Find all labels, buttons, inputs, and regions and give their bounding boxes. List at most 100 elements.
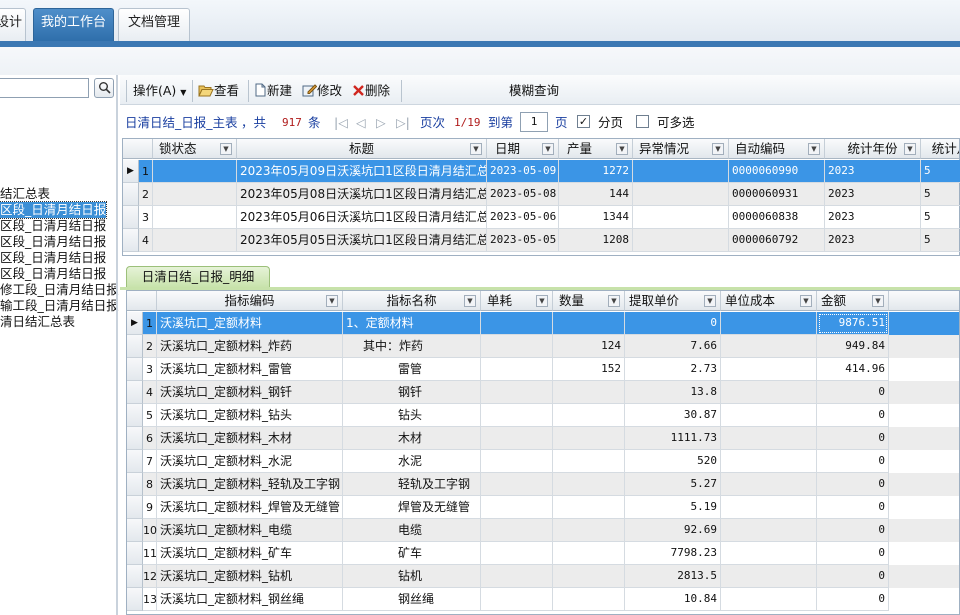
cell-qty[interactable] [553, 542, 625, 565]
cell-name[interactable]: 轻轨及工字钢 [343, 473, 481, 496]
cell-code[interactable]: 沃溪坑口_定额材料_雷管 [157, 358, 343, 381]
tree-item[interactable]: 结汇总表 [0, 186, 50, 202]
col-header-output[interactable]: 产量 ▼ [559, 139, 633, 159]
cell-abn[interactable] [633, 229, 729, 252]
chevron-down-icon[interactable]: ▼ [616, 143, 628, 155]
tree-item[interactable]: 清日结汇总表 [0, 314, 75, 330]
cell-price[interactable]: 10.84 [625, 588, 721, 611]
tree-item[interactable]: 区段_日清月结日报 [0, 218, 106, 234]
cell-unit[interactable] [481, 427, 553, 450]
chevron-down-icon[interactable]: ▼ [704, 295, 716, 307]
col-header-date[interactable]: 日期 ▼ [487, 139, 559, 159]
cell-name[interactable]: 钢丝绳 [343, 588, 481, 611]
goto-page-input[interactable]: 1 [520, 112, 548, 132]
cell-code[interactable]: 沃溪坑口_定额材料_水泥 [157, 450, 343, 473]
cell-lock[interactable] [153, 206, 237, 229]
cell-unit[interactable] [481, 404, 553, 427]
cell-price[interactable]: 2.73 [625, 358, 721, 381]
cell-price[interactable]: 30.87 [625, 404, 721, 427]
cell-price[interactable]: 0 [625, 312, 721, 335]
cell-qty[interactable] [553, 565, 625, 588]
cell-qty[interactable] [553, 404, 625, 427]
cell-unit[interactable] [481, 519, 553, 542]
cell-amt[interactable]: 0 [817, 565, 889, 588]
cell-name[interactable]: 矿车 [343, 542, 481, 565]
cell-date[interactable]: 2023-05-08 [487, 183, 559, 206]
col-header-stat-year[interactable]: 统计年份 ▼ [825, 139, 921, 159]
cell-amt[interactable]: 949.84 [817, 335, 889, 358]
first-page-icon[interactable]: |◁ [334, 115, 348, 131]
cell-code[interactable]: 沃溪坑口_定额材料_电缆 [157, 519, 343, 542]
cell-amt[interactable]: 0 [817, 450, 889, 473]
cell-qty[interactable]: 1272 [559, 160, 633, 183]
cell-qty[interactable] [553, 312, 625, 335]
cell-price[interactable]: 2813.5 [625, 565, 721, 588]
tab-design[interactable]: 设计 [0, 8, 26, 41]
cell-unit[interactable] [481, 496, 553, 519]
cell-unit[interactable] [481, 335, 553, 358]
cell-month[interactable]: 5 [921, 229, 960, 252]
chevron-down-icon[interactable]: ▼ [904, 143, 916, 155]
tab-my-workbench[interactable]: 我的工作台 [33, 8, 114, 41]
cell-ucost[interactable] [721, 312, 817, 335]
cell-price[interactable]: 1111.73 [625, 427, 721, 450]
view-button[interactable]: 查看 [198, 82, 239, 100]
cell-qty[interactable] [553, 519, 625, 542]
col-header-unit-consumption[interactable]: 单耗 ▼ [481, 291, 553, 311]
chevron-down-icon[interactable]: ▼ [808, 143, 820, 155]
cell-ucost[interactable] [721, 588, 817, 611]
cell-month[interactable]: 5 [921, 183, 960, 206]
cell-amt[interactable]: 0 [817, 427, 889, 450]
tree-search-input[interactable] [0, 78, 89, 98]
cell-code[interactable]: 沃溪坑口_定额材料_炸药 [157, 335, 343, 358]
tree-item[interactable]: 区段_日清月结日报 [0, 250, 106, 266]
col-header-stat-month[interactable]: 统计月 [921, 139, 959, 159]
paging-checkbox[interactable]: ✓ [577, 115, 590, 128]
splitter[interactable] [116, 75, 118, 615]
col-header-quantity[interactable]: 数量 ▼ [553, 291, 625, 311]
col-header-index-code[interactable]: 指标编码 ▼ [157, 291, 343, 311]
cell-name[interactable]: 木材 [343, 427, 481, 450]
col-header-abnormal[interactable]: 异常情况 ▼ [633, 139, 729, 159]
cell-qty[interactable] [553, 473, 625, 496]
cell-code[interactable]: 沃溪坑口_定额材料_钢丝绳 [157, 588, 343, 611]
cell-name[interactable]: 焊管及无缝管 [343, 496, 481, 519]
cell-code[interactable]: 0000060792 [729, 229, 825, 252]
prev-page-icon[interactable]: ◁ [356, 115, 366, 131]
next-page-icon[interactable]: ▷ [376, 115, 386, 131]
cell-price[interactable]: 7.66 [625, 335, 721, 358]
col-header-index-name[interactable]: 指标名称 ▼ [343, 291, 481, 311]
detail-tab[interactable]: 日清日结_日报_明细 [126, 266, 270, 288]
chevron-down-icon[interactable]: ▼ [712, 143, 724, 155]
cell-title[interactable]: 2023年05月05日沃溪坑口1区段日清月结汇总表 [237, 229, 487, 252]
chevron-down-icon[interactable]: ▼ [536, 295, 548, 307]
cell-qty[interactable]: 152 [553, 358, 625, 381]
tree-item-selected[interactable]: 区段_日清月结日报 [0, 201, 108, 219]
cell-name[interactable]: 钢钎 [343, 381, 481, 404]
cell-title[interactable]: 2023年05月09日沃溪坑口1区段日清月结汇总表 [237, 160, 487, 183]
cell-ucost[interactable] [721, 427, 817, 450]
cell-abn[interactable] [633, 206, 729, 229]
tab-document-management[interactable]: 文档管理 [118, 8, 190, 41]
cell-name[interactable]: 其中：炸药 [343, 335, 481, 358]
tree-item[interactable]: 区段_日清月结日报 [0, 266, 106, 282]
cell-price[interactable]: 5.19 [625, 496, 721, 519]
last-page-icon[interactable]: ▷| [396, 115, 410, 131]
cell-qty[interactable]: 144 [559, 183, 633, 206]
cell-name[interactable]: 雷管 [343, 358, 481, 381]
cell-code[interactable]: 沃溪坑口_定额材料_木材 [157, 427, 343, 450]
cell-code[interactable]: 0000060838 [729, 206, 825, 229]
cell-date[interactable]: 2023-05-09 [487, 160, 559, 183]
cell-qty[interactable]: 1344 [559, 206, 633, 229]
cell-code[interactable]: 沃溪坑口_定额材料 [157, 312, 343, 335]
cell-code[interactable]: 0000060931 [729, 183, 825, 206]
cell-unit[interactable] [481, 312, 553, 335]
cell-price[interactable]: 5.27 [625, 473, 721, 496]
cell-ucost[interactable] [721, 358, 817, 381]
cell-year[interactable]: 2023 [825, 229, 921, 252]
cell-name[interactable]: 1、定额材料 [343, 312, 481, 335]
cell-price[interactable]: 13.8 [625, 381, 721, 404]
cell-ucost[interactable] [721, 473, 817, 496]
cell-name[interactable]: 钻头 [343, 404, 481, 427]
cell-amt[interactable]: 0 [817, 542, 889, 565]
